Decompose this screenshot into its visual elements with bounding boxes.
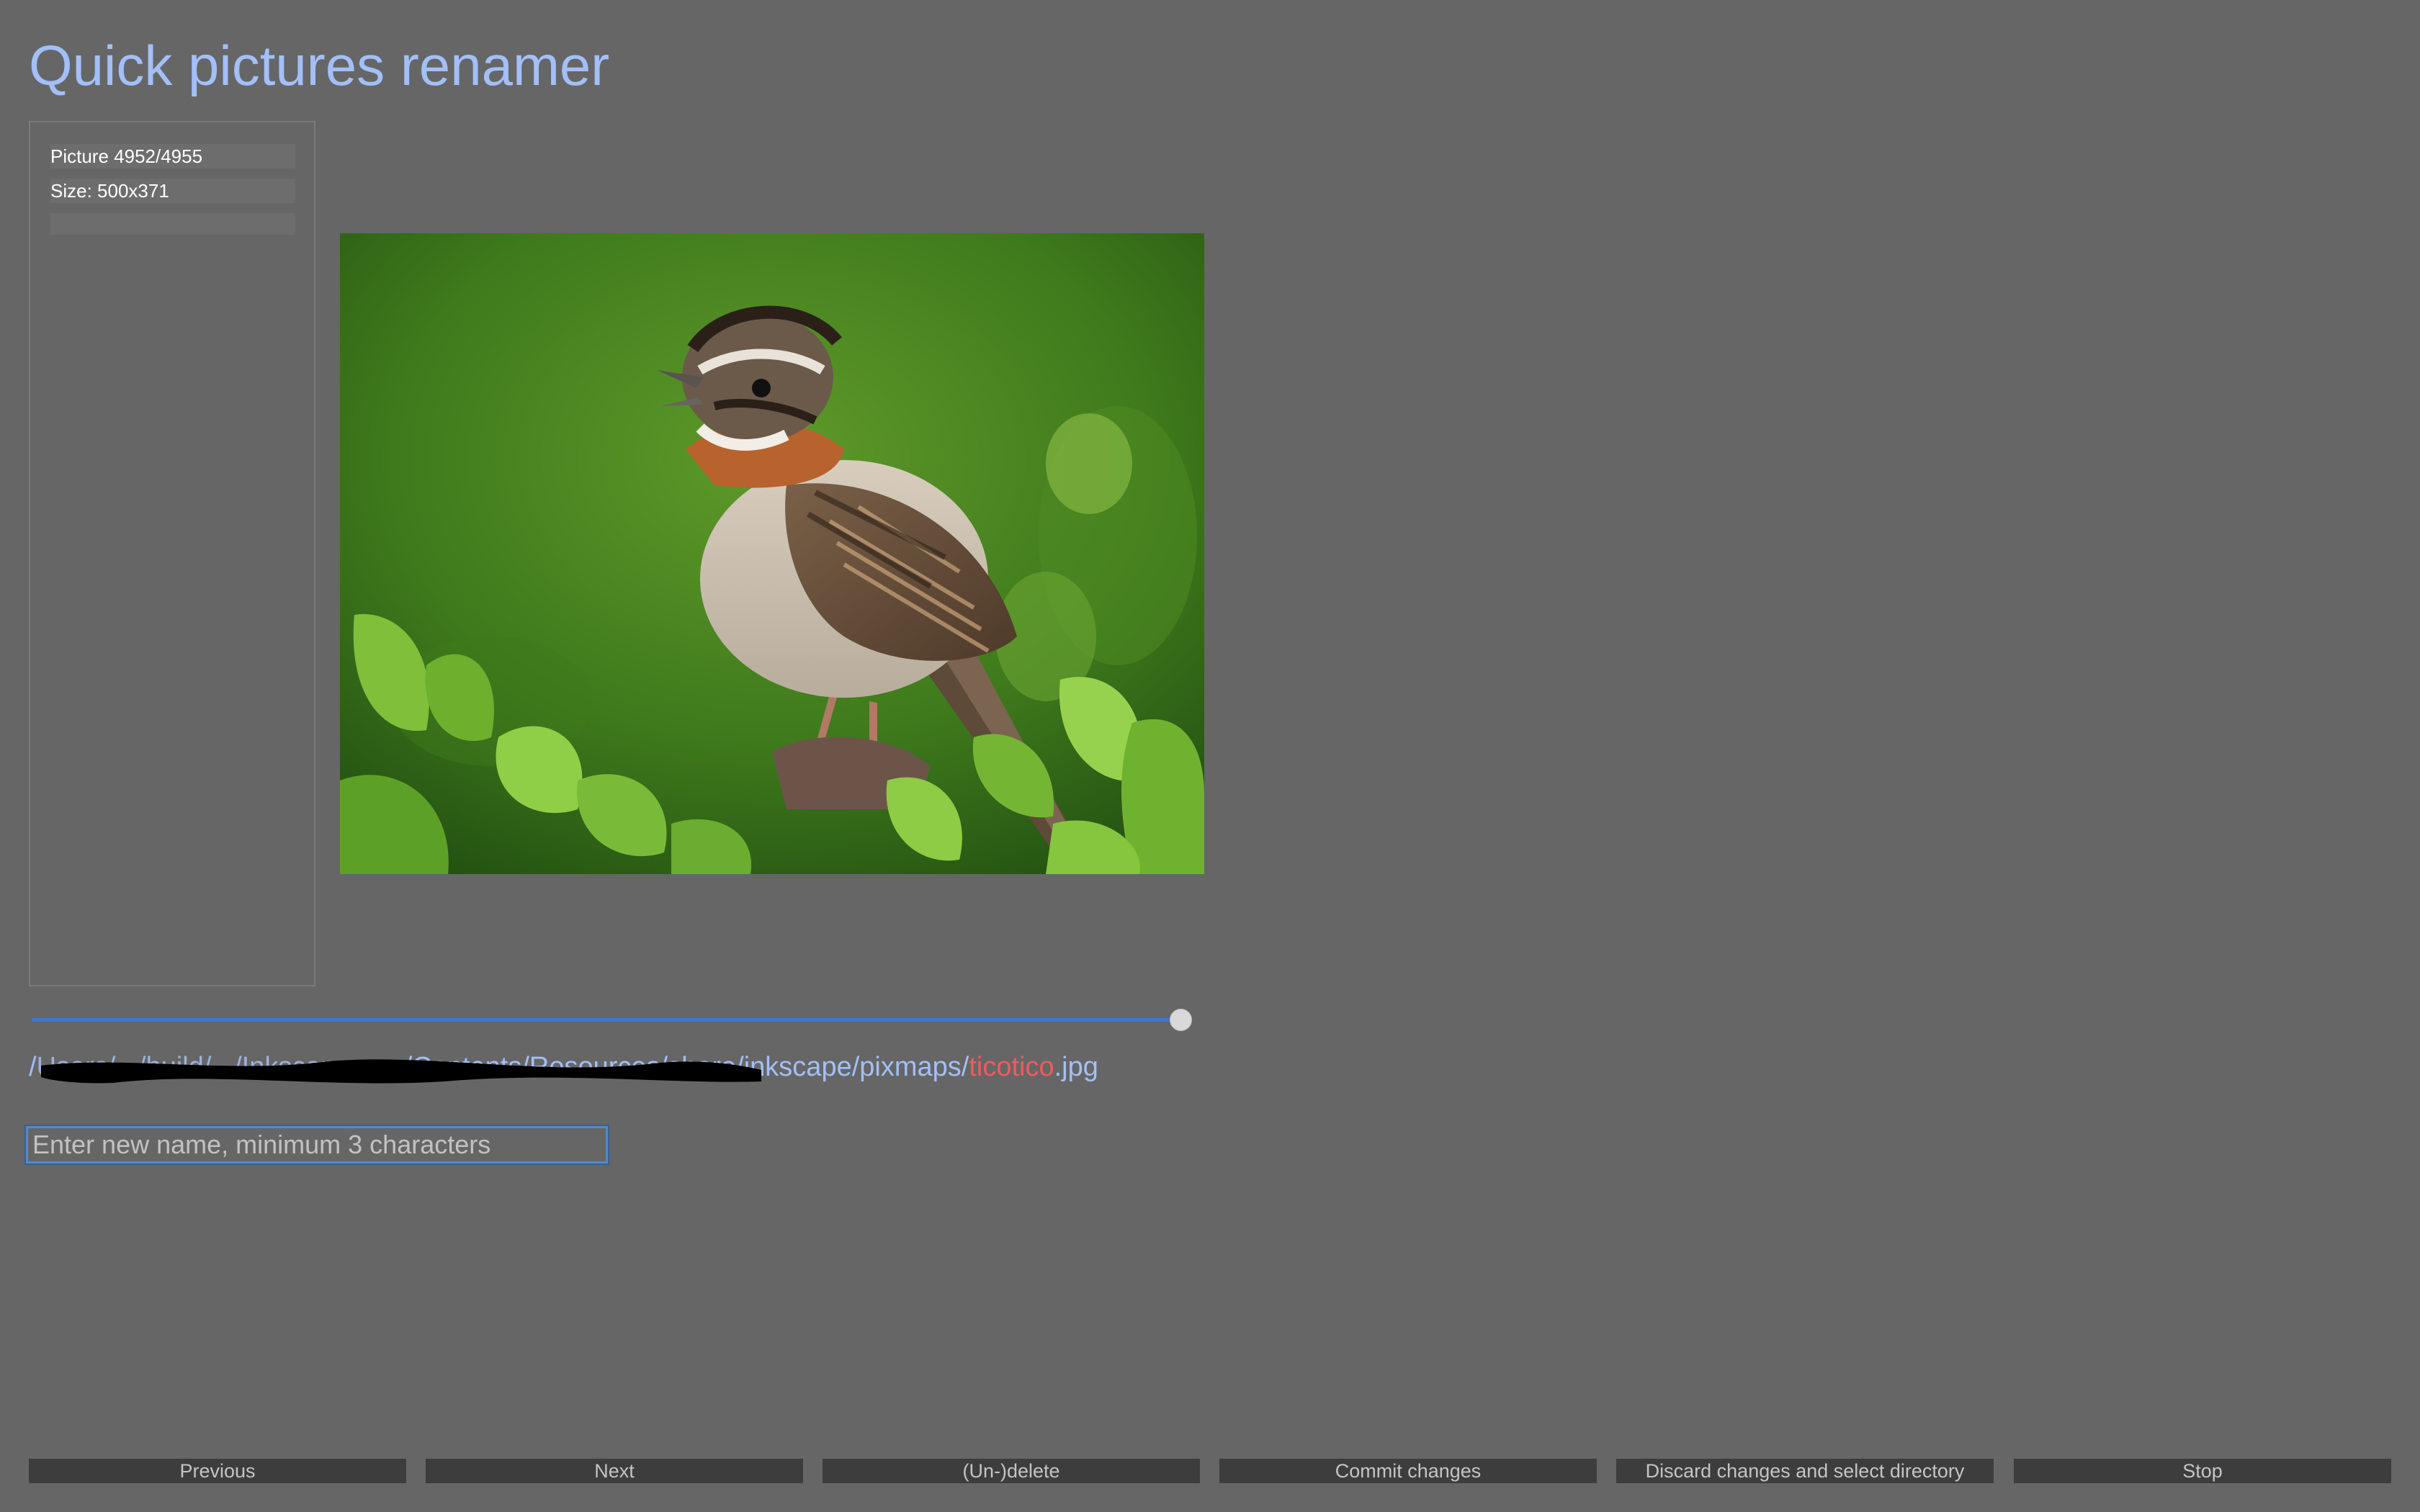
- picture-counter: Picture 4952/4955: [50, 144, 295, 168]
- file-extension: .jpg: [1054, 1052, 1098, 1082]
- app-window: Quick pictures renamer Picture 4952/4955…: [0, 0, 2420, 1512]
- picture-preview: [340, 233, 1204, 874]
- next-button[interactable]: Next: [426, 1459, 803, 1483]
- undelete-button[interactable]: (Un-)delete: [823, 1459, 1200, 1483]
- slider-fill: [32, 1018, 1181, 1022]
- new-name-input[interactable]: [24, 1125, 609, 1165]
- app-title: Quick pictures renamer: [29, 34, 610, 97]
- redaction-scribble: [40, 1059, 761, 1084]
- commit-changes-button[interactable]: Commit changes: [1219, 1459, 1597, 1483]
- picture-position-slider[interactable]: [32, 1005, 1193, 1035]
- picture-info-panel: Picture 4952/4955 Size: 500x371: [29, 121, 315, 986]
- picture-size: Size: 500x371: [50, 179, 295, 203]
- action-button-bar: Previous Next (Un-)delete Commit changes…: [29, 1459, 2391, 1483]
- slider-thumb[interactable]: [1170, 1009, 1193, 1031]
- file-path-root: /: [29, 1052, 37, 1082]
- discard-and-select-directory-button[interactable]: Discard changes and select directory: [1616, 1459, 1994, 1483]
- previous-button[interactable]: Previous: [29, 1459, 406, 1483]
- picture-info-extra: [50, 213, 295, 235]
- file-name-part: ticotico: [969, 1052, 1054, 1082]
- file-path-redacted-part: Users/.../build/.../Inkscape.app: [37, 1045, 761, 1089]
- file-path: /Users/.../build/.../Inkscape.app/Conten…: [29, 1045, 1098, 1089]
- stop-button[interactable]: Stop: [2014, 1459, 2391, 1483]
